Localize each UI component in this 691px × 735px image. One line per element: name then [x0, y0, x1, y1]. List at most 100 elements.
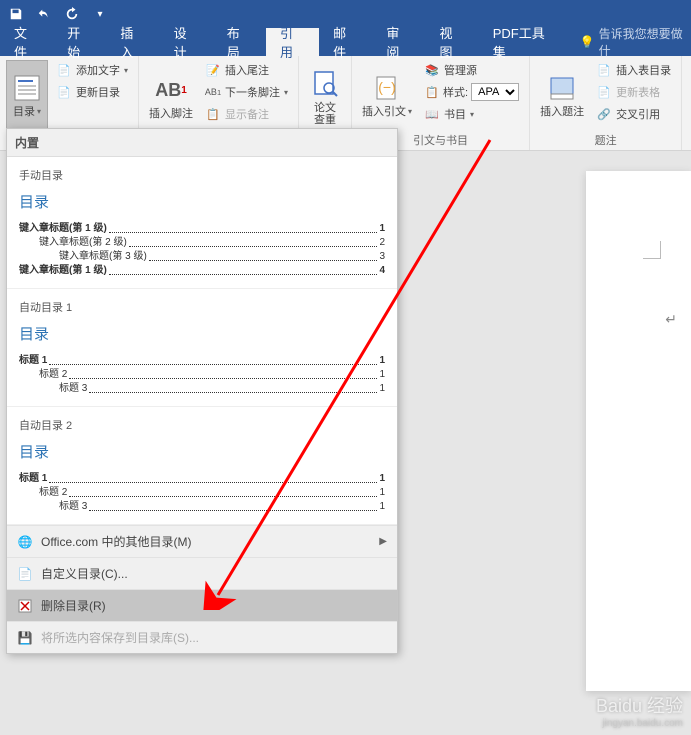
- toc-preview-line: 标题 11: [19, 354, 385, 368]
- chevron-down-icon: ▾: [37, 106, 41, 118]
- toc-preview-line: 键入章标题(第 3 级)3: [19, 250, 385, 264]
- show-notes-icon: 📋: [205, 106, 221, 122]
- qat-customize-icon[interactable]: ▾: [90, 4, 110, 24]
- paper-check-button[interactable]: 论文 查重: [305, 60, 345, 134]
- toc-preview-line: 标题 31: [19, 382, 385, 396]
- toc-gallery-item[interactable]: 自动目录 2目录标题 11标题 21标题 31: [7, 407, 397, 525]
- citation-style-select[interactable]: APA: [471, 83, 519, 101]
- insert-footnote-button[interactable]: AB1 插入脚注: [145, 60, 197, 134]
- toc-preview-line: 标题 21: [19, 486, 385, 500]
- toc-preview-line: 标题 21: [19, 368, 385, 382]
- remove-toc-label: 删除目录(R): [41, 597, 106, 614]
- footnote-icon: AB1: [155, 74, 187, 106]
- undo-icon[interactable]: [34, 4, 54, 24]
- toc-gallery-item[interactable]: 自动目录 1 目录标题 11标题 21标题 31: [7, 289, 397, 407]
- tab-references[interactable]: 引用: [266, 28, 319, 56]
- lookup-icon: [309, 68, 341, 100]
- svg-text:(−): (−): [378, 79, 396, 95]
- insert-caption-button[interactable]: 插入题注: [536, 60, 588, 130]
- endnote-icon: 📝: [205, 62, 221, 78]
- crossref-icon: 🔗: [596, 106, 612, 122]
- manage-sources-icon: 📚: [424, 62, 440, 78]
- insert-endnote-button[interactable]: 📝 插入尾注: [201, 60, 292, 80]
- more-toc-label: Office.com 中的其他目录(M): [41, 533, 191, 550]
- toc-preview-line: 标题 31: [19, 500, 385, 514]
- add-text-button[interactable]: 📄 添加文字 ▾: [52, 60, 132, 80]
- insert-citation-label: 插入引文: [362, 106, 406, 118]
- manage-sources-label: 管理源: [444, 62, 477, 78]
- toc-dropdown-menu: 内置 手动目录目录键入章标题(第 1 级)1键入章标题(第 2 级)2键入章标题…: [6, 128, 398, 654]
- tab-mailings[interactable]: 邮件: [319, 28, 372, 56]
- toc-item-name: 自动目录 2: [19, 417, 385, 433]
- cross-reference-button[interactable]: 🔗 交叉引用: [592, 104, 675, 124]
- caption-group-label: 题注: [536, 130, 675, 148]
- insert-footnote-label: 插入脚注: [149, 108, 193, 120]
- bibliography-label: 书目: [444, 106, 466, 122]
- save-toc-label: 将所选内容保存到目录库(S)...: [41, 629, 199, 646]
- update-table-icon: 📄: [596, 84, 612, 100]
- insert-table-figures-label: 插入表目录: [616, 62, 671, 78]
- update-table-button: 📄 更新表格: [592, 82, 675, 102]
- custom-toc-button[interactable]: 📄 自定义目录(C)...: [7, 557, 397, 589]
- toc-button[interactable]: 目录▾: [6, 60, 48, 130]
- tell-me-label: 告诉我您想要做什: [599, 25, 691, 59]
- table-figures-icon: 📄: [596, 62, 612, 78]
- toc-icon: [11, 72, 43, 104]
- lightbulb-icon: 💡: [580, 35, 595, 49]
- toc-item-name: 自动目录 1: [19, 299, 385, 315]
- page-margin-corner: [643, 241, 661, 259]
- custom-toc-label: 自定义目录(C)...: [41, 565, 128, 582]
- toc-gallery-item[interactable]: 手动目录目录键入章标题(第 1 级)1键入章标题(第 2 级)2键入章标题(第 …: [7, 157, 397, 289]
- remove-toc-button[interactable]: 删除目录(R): [7, 589, 397, 621]
- save-toc-icon: 💾: [17, 630, 33, 646]
- ribbon-tabs: 文件 开始 插入 设计 布局 引用 邮件 审阅 视图 PDF工具集 💡 告诉我您…: [0, 28, 691, 56]
- toc-preview-line: 键入章标题(第 1 级)1: [19, 222, 385, 236]
- tab-home[interactable]: 开始: [53, 28, 106, 56]
- bibliography-button[interactable]: 📖 书目 ▾: [420, 104, 523, 124]
- tab-review[interactable]: 审阅: [372, 28, 425, 56]
- paper-check-label: 论文 查重: [314, 102, 336, 126]
- style-icon: 📋: [424, 84, 440, 100]
- toc-preview-title: 目录: [19, 323, 385, 344]
- custom-toc-icon: 📄: [17, 566, 33, 582]
- tab-design[interactable]: 设计: [160, 28, 213, 56]
- watermark-url: jingyan.baidu.com: [596, 718, 683, 729]
- toc-builtin-header: 内置: [7, 129, 397, 157]
- remove-toc-icon: [17, 598, 33, 614]
- manage-sources-button[interactable]: 📚 管理源: [420, 60, 523, 80]
- add-text-label: 添加文字: [76, 62, 120, 78]
- watermark-brand: Baidu 经验: [596, 692, 683, 718]
- toc-preview-title: 目录: [19, 191, 385, 212]
- tab-layout[interactable]: 布局: [213, 28, 266, 56]
- redo-icon[interactable]: [62, 4, 82, 24]
- caption-icon: [546, 72, 578, 104]
- save-icon[interactable]: [6, 4, 26, 24]
- update-toc-button[interactable]: 📄 更新目录: [52, 82, 132, 102]
- insert-endnote-label: 插入尾注: [225, 62, 269, 78]
- update-toc-label: 更新目录: [76, 84, 120, 100]
- style-label: 样式:: [443, 84, 468, 100]
- bibliography-icon: 📖: [424, 106, 440, 122]
- more-toc-office-button[interactable]: 🌐 Office.com 中的其他目录(M) ▶: [7, 525, 397, 557]
- toc-gallery: 手动目录目录键入章标题(第 1 级)1键入章标题(第 2 级)2键入章标题(第 …: [7, 157, 397, 525]
- update-icon: 📄: [56, 84, 72, 100]
- chevron-down-icon: ▾: [284, 88, 288, 97]
- ribbon-group-caption: 插入题注 📄 插入表目录 📄 更新表格 🔗 交叉引用 题注: [530, 56, 682, 150]
- document-page[interactable]: ↵: [586, 171, 691, 691]
- toc-preview-line: 键入章标题(第 1 级)4: [19, 264, 385, 278]
- chevron-right-icon: ▶: [379, 536, 387, 547]
- next-footnote-icon: AB1: [205, 84, 221, 100]
- tell-me-search[interactable]: 💡 告诉我您想要做什: [580, 28, 691, 56]
- tab-view[interactable]: 视图: [426, 28, 479, 56]
- globe-icon: 🌐: [17, 534, 33, 550]
- paragraph-mark: ↵: [665, 311, 677, 328]
- tab-file[interactable]: 文件: [0, 28, 53, 56]
- toc-preview-line: 标题 11: [19, 472, 385, 486]
- insert-table-figures-button[interactable]: 📄 插入表目录: [592, 60, 675, 80]
- tab-pdf[interactable]: PDF工具集: [479, 28, 570, 56]
- insert-citation-button[interactable]: (−) 插入引文▾: [358, 60, 416, 130]
- tab-insert[interactable]: 插入: [106, 28, 159, 56]
- show-notes-label: 显示备注: [225, 106, 269, 122]
- next-footnote-button[interactable]: AB1 下一条脚注 ▾: [201, 82, 292, 102]
- show-notes-button: 📋 显示备注: [201, 104, 292, 124]
